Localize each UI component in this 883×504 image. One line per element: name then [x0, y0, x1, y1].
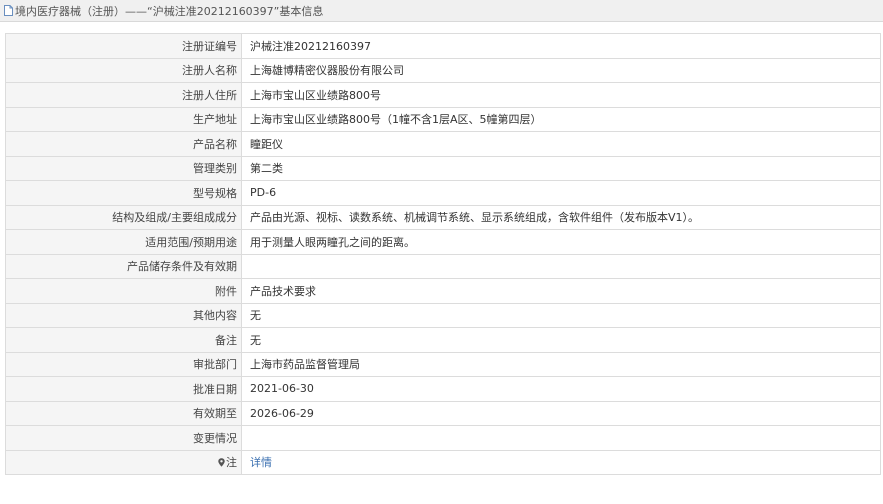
table-row: 产品名称 瞳距仪 [5, 131, 881, 157]
table-row: 管理类别 第二类 [5, 155, 881, 181]
note-label-cell: 注 [5, 449, 242, 475]
document-icon [4, 5, 13, 16]
table-row: 变更情况 [5, 425, 881, 451]
row-value [241, 253, 881, 279]
row-value: 2026-06-29 [241, 400, 881, 426]
table-row: 注册人名称 上海雄博精密仪器股份有限公司 [5, 57, 881, 83]
row-value: 第二类 [241, 155, 881, 181]
details-link[interactable]: 详情 [250, 456, 272, 469]
table-row: 附件 产品技术要求 [5, 278, 881, 304]
row-label: 其他内容 [5, 302, 242, 328]
page-title: 境内医疗器械（注册）——“沪械注准20212160397”基本信息 [15, 4, 324, 18]
info-table: 注册证编号 沪械注准20212160397 注册人名称 上海雄博精密仪器股份有限… [5, 33, 881, 475]
table-row: 其他内容 无 [5, 302, 881, 328]
row-value: 上海雄博精密仪器股份有限公司 [241, 57, 881, 83]
row-label: 适用范围/预期用途 [5, 229, 242, 255]
table-row: 结构及组成/主要组成成分 产品由光源、视标、读数系统、机械调节系统、显示系统组成… [5, 204, 881, 230]
row-label: 产品储存条件及有效期 [5, 253, 242, 279]
row-label: 备注 [5, 327, 242, 353]
row-value: 无 [241, 327, 881, 353]
table-row: 备注 无 [5, 327, 881, 353]
note-row: 注 详情 [5, 449, 881, 475]
row-label: 产品名称 [5, 131, 242, 157]
row-label: 注册证编号 [5, 33, 242, 59]
row-value: 2021-06-30 [241, 376, 881, 402]
note-label: 注 [226, 456, 237, 470]
row-label: 注册人名称 [5, 57, 242, 83]
table-row: 注册人住所 上海市宝山区业绩路800号 [5, 82, 881, 108]
table-row: 有效期至 2026-06-29 [5, 400, 881, 426]
note-value-cell: 详情 [241, 449, 881, 475]
location-pin-icon [218, 458, 225, 467]
row-label: 附件 [5, 278, 242, 304]
row-value: 产品由光源、视标、读数系统、机械调节系统、显示系统组成，含软件组件（发布版本V1… [241, 204, 881, 230]
page-header: 境内医疗器械（注册）——“沪械注准20212160397”基本信息 [0, 0, 883, 22]
table-row: 注册证编号 沪械注准20212160397 [5, 33, 881, 59]
row-label: 审批部门 [5, 351, 242, 377]
row-label: 结构及组成/主要组成成分 [5, 204, 242, 230]
row-label: 管理类别 [5, 155, 242, 181]
table-row: 产品储存条件及有效期 [5, 253, 881, 279]
row-value: 上海市药品监督管理局 [241, 351, 881, 377]
row-value: 无 [241, 302, 881, 328]
row-label: 注册人住所 [5, 82, 242, 108]
row-label: 批准日期 [5, 376, 242, 402]
table-row: 适用范围/预期用途 用于测量人眼两瞳孔之间的距离。 [5, 229, 881, 255]
table-row: 生产地址 上海市宝山区业绩路800号（1幢不含1层A区、5幢第四层） [5, 106, 881, 132]
row-label: 有效期至 [5, 400, 242, 426]
row-value: 上海市宝山区业绩路800号（1幢不含1层A区、5幢第四层） [241, 106, 881, 132]
table-row: 型号规格 PD-6 [5, 180, 881, 206]
row-value: 用于测量人眼两瞳孔之间的距离。 [241, 229, 881, 255]
row-value: PD-6 [241, 180, 881, 206]
table-row: 批准日期 2021-06-30 [5, 376, 881, 402]
table-row: 审批部门 上海市药品监督管理局 [5, 351, 881, 377]
row-label: 变更情况 [5, 425, 242, 451]
row-label: 生产地址 [5, 106, 242, 132]
row-value: 瞳距仪 [241, 131, 881, 157]
row-value: 上海市宝山区业绩路800号 [241, 82, 881, 108]
row-value [241, 425, 881, 451]
row-label: 型号规格 [5, 180, 242, 206]
row-value: 沪械注准20212160397 [241, 33, 881, 59]
row-value: 产品技术要求 [241, 278, 881, 304]
